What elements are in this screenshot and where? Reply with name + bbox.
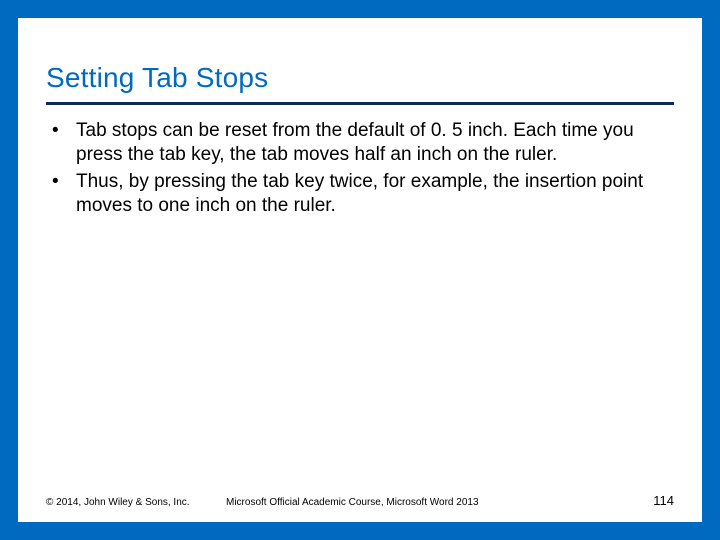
list-item: Thus, by pressing the tab key twice, for… [48,170,674,219]
footer-course: Microsoft Official Academic Course, Micr… [226,497,614,508]
slide-content: Setting Tab Stops Tab stops can be reset… [18,18,702,522]
bullet-list: Tab stops can be reset from the default … [46,119,674,218]
slide-title: Setting Tab Stops [46,62,674,94]
slide-footer: © 2014, John Wiley & Sons, Inc. Microsof… [46,493,674,508]
title-divider [46,102,674,105]
list-item: Tab stops can be reset from the default … [48,119,674,168]
footer-page-number: 114 [614,493,674,508]
footer-copyright: © 2014, John Wiley & Sons, Inc. [46,497,226,508]
slide-frame: Setting Tab Stops Tab stops can be reset… [0,0,720,540]
